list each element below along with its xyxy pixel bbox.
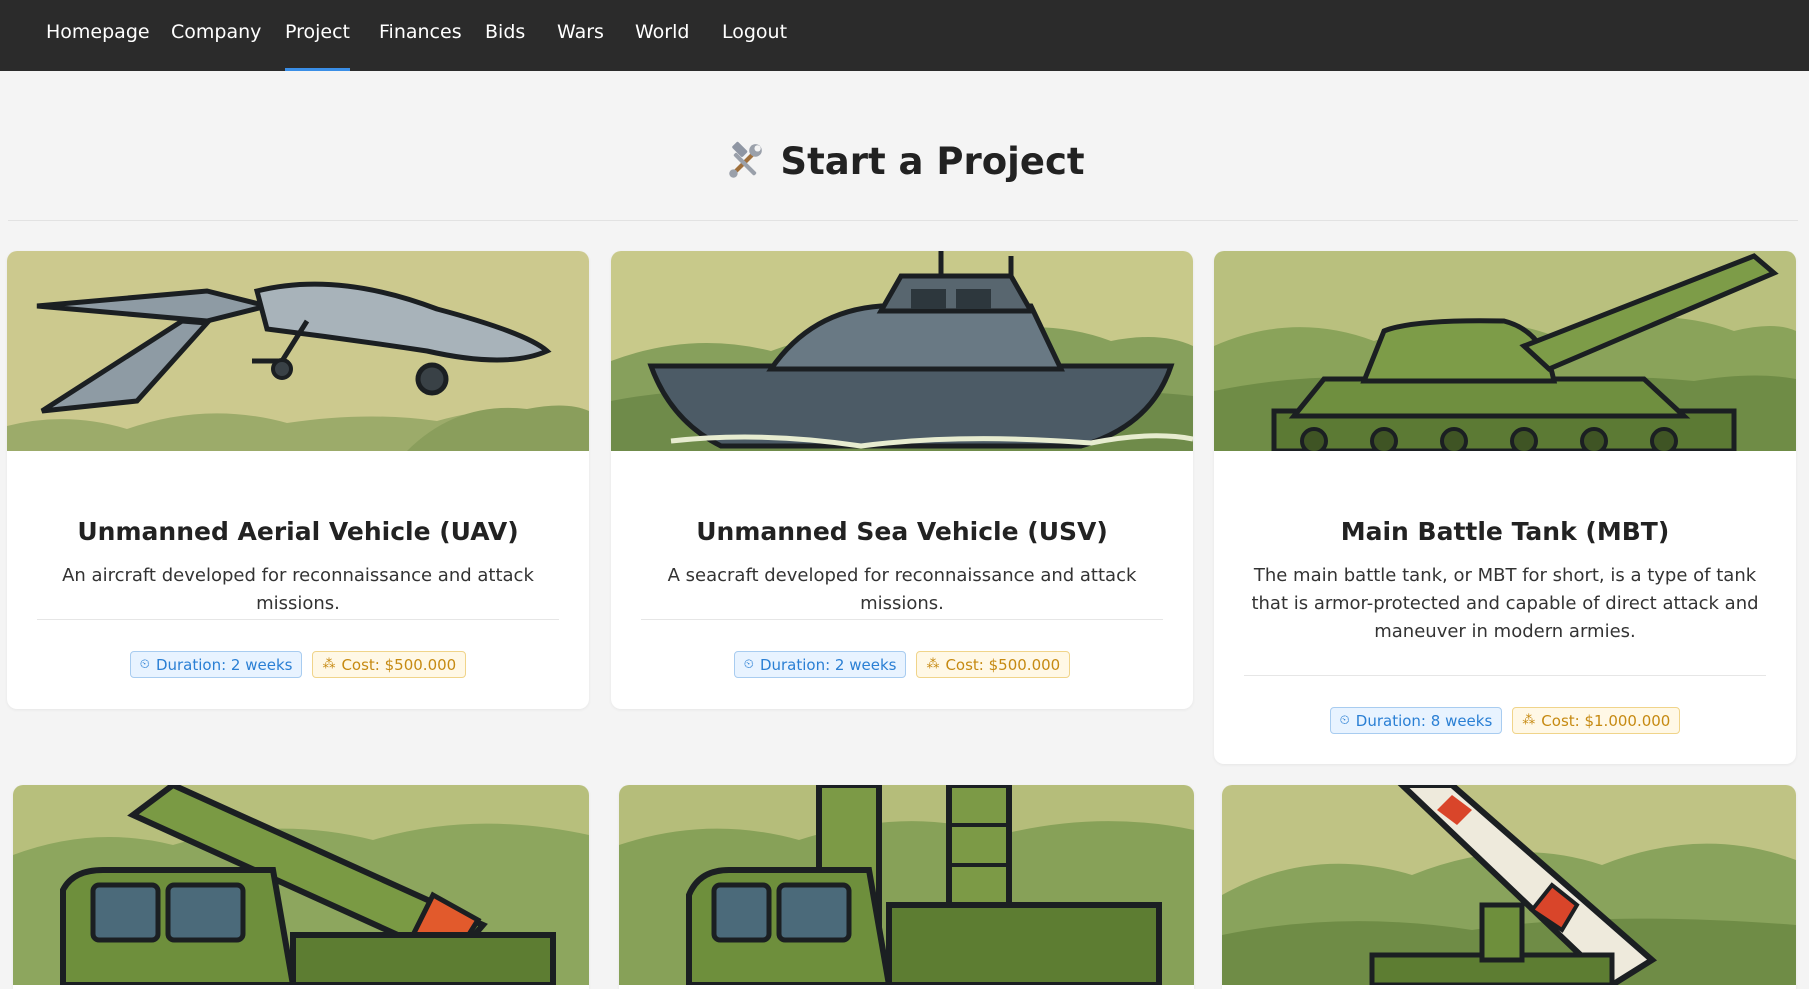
missile-launcher-illustration bbox=[1222, 785, 1796, 985]
title-divider bbox=[8, 220, 1798, 221]
duration-badge: ⏲ Duration: 8 weeks bbox=[1329, 707, 1503, 734]
project-description: An aircraft developed for reconnaissance… bbox=[62, 565, 534, 614]
page-title-text: Start a Project bbox=[780, 140, 1085, 183]
project-description: A seacraft developed for reconnaissance … bbox=[667, 565, 1137, 614]
project-title: Unmanned Sea Vehicle (USV) bbox=[696, 517, 1108, 546]
project-card-missile-launcher[interactable] bbox=[1222, 785, 1796, 989]
page-title: Start a Project bbox=[724, 140, 1085, 183]
uav-drone-illustration bbox=[7, 251, 589, 451]
clock-icon: ⏲ bbox=[1339, 713, 1350, 728]
card-divider bbox=[37, 619, 559, 620]
project-title: Main Battle Tank (MBT) bbox=[1340, 517, 1670, 546]
nav-company[interactable]: Company bbox=[171, 0, 261, 71]
project-badges: ⏲ Duration: 2 weeks ⁂ Cost: $500.000 bbox=[611, 651, 1193, 678]
money-icon: ⁂ bbox=[322, 657, 336, 672]
cost-badge: ⁂ Cost: $500.000 bbox=[312, 651, 467, 678]
nav-project[interactable]: Project bbox=[285, 0, 351, 71]
tank-illustration bbox=[1214, 251, 1796, 451]
card-divider bbox=[641, 619, 1163, 620]
project-card-mbt[interactable]: Main Battle Tank (MBT) The main battle t… bbox=[1214, 251, 1796, 764]
cost-text: Cost: $1.000.000 bbox=[1541, 711, 1671, 730]
air-defense-truck-illustration bbox=[619, 785, 1194, 985]
cost-badge: ⁂ Cost: $500.000 bbox=[916, 651, 1071, 678]
cost-text: Cost: $500.000 bbox=[341, 655, 457, 674]
hammer-and-wrench-icon bbox=[729, 141, 763, 178]
duration-badge: ⏲ Duration: 2 weeks bbox=[129, 651, 303, 678]
project-badges: ⏲ Duration: 8 weeks ⁂ Cost: $1.000.000 bbox=[1214, 707, 1796, 734]
duration-text: Duration: 2 weeks bbox=[759, 655, 897, 674]
clock-icon: ⏲ bbox=[743, 657, 754, 672]
nav-bids[interactable]: Bids bbox=[485, 0, 525, 71]
project-card-missile-truck[interactable] bbox=[13, 785, 589, 989]
duration-text: Duration: 8 weeks bbox=[1355, 711, 1493, 730]
card-divider bbox=[1244, 675, 1766, 676]
money-icon: ⁂ bbox=[1522, 713, 1536, 728]
project-badges: ⏲ Duration: 2 weeks ⁂ Cost: $500.000 bbox=[7, 651, 589, 678]
duration-text: Duration: 2 weeks bbox=[155, 655, 293, 674]
project-card-air-defense[interactable] bbox=[619, 785, 1194, 989]
usv-boat-illustration bbox=[611, 251, 1193, 451]
project-card-uav[interactable]: Unmanned Aerial Vehicle (UAV) An aircraf… bbox=[7, 251, 589, 709]
missile-launcher-truck-illustration bbox=[13, 785, 589, 985]
project-title: Unmanned Aerial Vehicle (UAV) bbox=[77, 517, 519, 546]
top-navbar: Homepage Company Project Finances Bids W… bbox=[0, 0, 1809, 71]
clock-icon: ⏲ bbox=[139, 657, 150, 672]
nav-logout[interactable]: Logout bbox=[722, 0, 787, 71]
cost-badge: ⁂ Cost: $1.000.000 bbox=[1512, 707, 1681, 734]
money-icon: ⁂ bbox=[926, 657, 940, 672]
title-row: Start a Project bbox=[0, 140, 1809, 187]
duration-badge: ⏲ Duration: 2 weeks bbox=[733, 651, 907, 678]
nav-world[interactable]: World bbox=[635, 0, 689, 71]
nav-wars[interactable]: Wars bbox=[557, 0, 604, 71]
project-description: The main battle tank, or MBT for short, … bbox=[1251, 565, 1759, 642]
nav-finances[interactable]: Finances bbox=[379, 0, 462, 71]
cost-text: Cost: $500.000 bbox=[945, 655, 1061, 674]
nav-homepage[interactable]: Homepage bbox=[46, 0, 150, 71]
project-card-usv[interactable]: Unmanned Sea Vehicle (USV) A seacraft de… bbox=[611, 251, 1193, 709]
